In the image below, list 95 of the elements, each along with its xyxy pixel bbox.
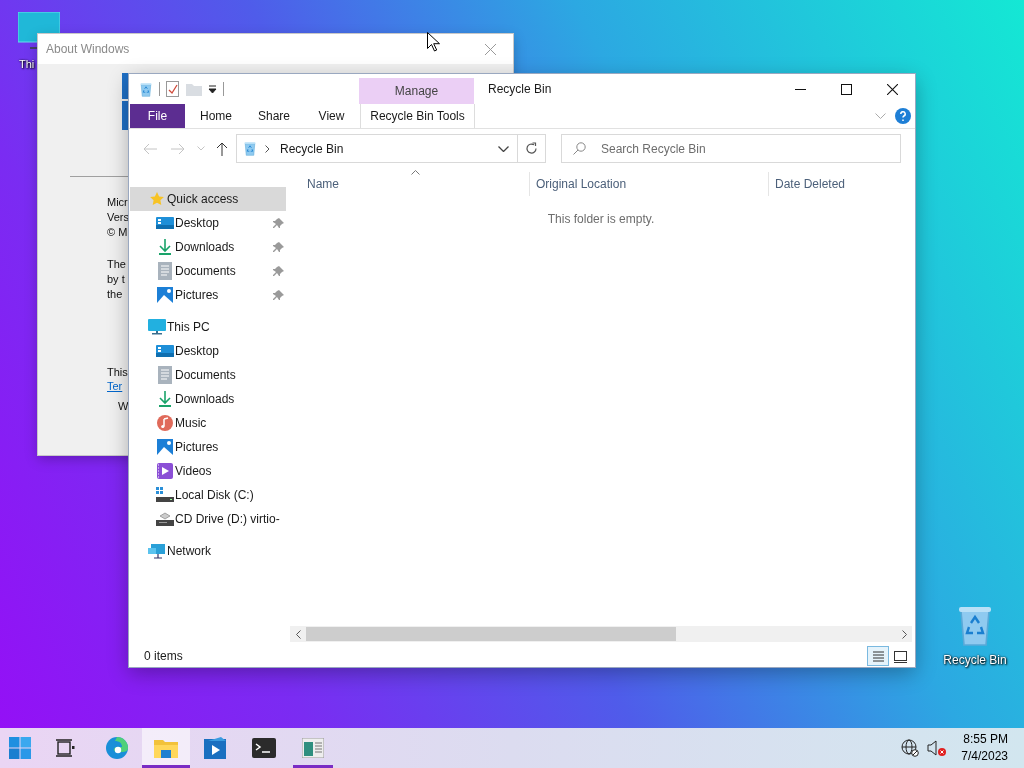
- about-text: This: [107, 365, 128, 380]
- chevron-down-icon: [197, 146, 205, 151]
- start-icon: [9, 737, 31, 759]
- close-icon: [484, 43, 496, 55]
- muted-speaker-icon: [927, 739, 948, 757]
- window-icon: [892, 648, 908, 664]
- browser-icon: [105, 736, 129, 760]
- nav-item[interactable]: Music: [130, 411, 286, 435]
- task-view-icon: [55, 738, 75, 758]
- nav-item[interactable]: Quick access: [130, 187, 286, 211]
- help-icon: [895, 108, 911, 124]
- document-icon: [158, 262, 172, 280]
- nav-item[interactable]: This PC: [130, 315, 286, 339]
- cd-drive-icon: [156, 511, 174, 527]
- download-icon: [158, 238, 172, 256]
- disk-drive-icon: [156, 487, 174, 503]
- nav-item[interactable]: Network: [130, 539, 286, 563]
- music-icon: [157, 415, 173, 431]
- ribbon-tab[interactable]: Share: [245, 104, 303, 128]
- column-header[interactable]: Name: [290, 172, 530, 196]
- network-icon: [148, 543, 166, 559]
- nav-item[interactable]: Videos: [130, 459, 286, 483]
- about-text: Micr: [107, 195, 128, 210]
- up-arrow-icon: [216, 141, 228, 156]
- nav-item[interactable]: Documents: [130, 259, 286, 283]
- desktop-icon-label[interactable]: Thi: [19, 58, 35, 70]
- back-arrow-icon: [143, 142, 157, 155]
- recycle-bin-icon: [139, 81, 153, 97]
- download-icon: [158, 390, 172, 408]
- star-icon: [149, 191, 165, 207]
- nav-item[interactable]: Documents: [130, 363, 286, 387]
- nav-item[interactable]: Pictures: [130, 435, 286, 459]
- nav-item[interactable]: Desktop: [130, 339, 286, 363]
- chevron-down-icon: [497, 145, 509, 152]
- forward-arrow-icon: [171, 142, 185, 155]
- breadcrumb[interactable]: Recycle Bin: [280, 141, 344, 156]
- minimize-icon: [794, 88, 806, 90]
- folder-icon: [186, 82, 202, 96]
- terms-link[interactable]: Ter: [107, 380, 123, 393]
- desktop-icon: [156, 344, 174, 358]
- ribbon-tab[interactable]: Home: [187, 104, 245, 128]
- terminal-icon: [252, 738, 276, 758]
- maximize-icon: [840, 83, 852, 95]
- address-bar[interactable]: Recycle Bin: [236, 134, 546, 163]
- monitor-icon: [148, 319, 166, 335]
- about-text: by t: [107, 272, 125, 287]
- network-status-button[interactable]: [901, 739, 920, 757]
- nav-item[interactable]: CD Drive (D:) virtio-: [130, 507, 286, 531]
- document-icon: [158, 366, 172, 384]
- ribbon-tab[interactable]: File: [130, 104, 185, 128]
- item-count: 0 items: [144, 649, 183, 663]
- picture-icon: [157, 287, 173, 303]
- help-button[interactable]: [895, 108, 911, 124]
- chevron-down-icon: [875, 113, 886, 119]
- nav-item[interactable]: Local Disk (C:): [130, 483, 286, 507]
- close-icon: [886, 83, 898, 95]
- column-header[interactable]: Date Deleted: [769, 172, 912, 196]
- about-text: W: [118, 400, 129, 412]
- search-icon: [573, 142, 586, 155]
- recycle-bin-icon: [243, 141, 257, 156]
- properties-icon: [166, 81, 180, 97]
- about-text: Vers: [107, 210, 129, 225]
- empty-folder-message: This folder is empty.: [547, 212, 655, 226]
- refresh-icon: [525, 142, 538, 155]
- about-text: the: [107, 287, 123, 302]
- window-title: About Windows: [46, 42, 130, 56]
- nav-item[interactable]: Downloads: [130, 387, 286, 411]
- volume-button[interactable]: [927, 739, 948, 757]
- expand-ribbon-button[interactable]: [875, 113, 886, 119]
- taskbar-app[interactable]: [142, 728, 190, 768]
- window-icon: [302, 738, 324, 758]
- nav-item[interactable]: Desktop: [130, 211, 286, 235]
- about-text: © M: [107, 225, 128, 240]
- horizontal-scrollbar[interactable]: [290, 626, 912, 642]
- column-header[interactable]: Original Location: [530, 172, 769, 196]
- ribbon-tab[interactable]: Recycle Bin Tools: [360, 104, 475, 128]
- clock[interactable]: 8:55 PM 7/4/2023: [955, 731, 1018, 765]
- folder-icon: [154, 738, 178, 758]
- globe-icon: [901, 739, 920, 757]
- media-player-icon: [204, 737, 226, 759]
- chevron-right-icon: [265, 144, 270, 153]
- list-icon: [870, 648, 886, 664]
- window-title: Recycle Bin: [488, 82, 552, 96]
- ribbon-tab[interactable]: View: [303, 104, 360, 128]
- video-icon: [157, 463, 173, 479]
- nav-item[interactable]: Pictures: [130, 283, 286, 307]
- nav-item[interactable]: Downloads: [130, 235, 286, 259]
- search-field[interactable]: Search Recycle Bin: [561, 134, 901, 163]
- scroll-right-icon: [901, 629, 907, 639]
- picture-icon: [157, 439, 173, 455]
- customize-icon: [208, 84, 217, 94]
- about-text: The: [107, 257, 126, 272]
- scroll-left-icon: [295, 629, 301, 639]
- ribbon-group-label: Manage: [359, 78, 474, 104]
- desktop-icon: [156, 216, 174, 230]
